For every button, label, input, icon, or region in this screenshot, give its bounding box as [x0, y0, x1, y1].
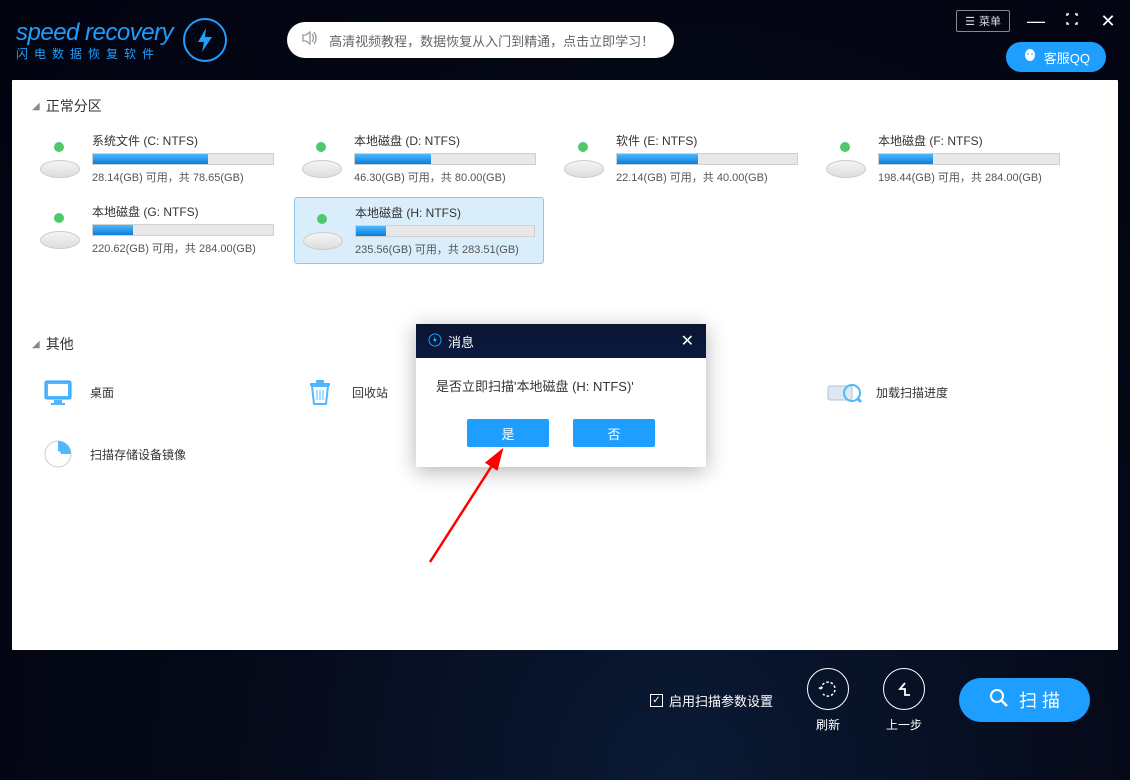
usage-bar: [878, 153, 1060, 165]
hamburger-icon: ☰: [965, 15, 975, 28]
customer-service-button[interactable]: 客服QQ: [1006, 42, 1106, 72]
drive-name: 本地磁盘 (F: NTFS): [878, 132, 1060, 149]
dialog-no-button[interactable]: 否: [573, 419, 655, 447]
drive-stats: 220.62(GB) 可用，共 284.00(GB): [92, 240, 274, 256]
usage-bar: [92, 224, 274, 236]
other-item-label: 加载扫描进度: [876, 384, 948, 401]
collapse-icon: ◢: [32, 339, 40, 350]
desktop-icon: [40, 374, 76, 410]
image-icon: [40, 436, 76, 472]
disk-icon: [40, 207, 82, 249]
minimize-button[interactable]: —: [1026, 11, 1046, 32]
dialog-close-button[interactable]: ✕: [681, 331, 694, 351]
usage-bar: [616, 153, 798, 165]
drive-item[interactable]: 本地磁盘 (G: NTFS) 220.62(GB) 可用，共 284.00(GB…: [32, 197, 282, 264]
drive-stats: 28.14(GB) 可用，共 78.65(GB): [92, 169, 274, 185]
drive-stats: 46.30(GB) 可用，共 80.00(GB): [354, 169, 536, 185]
usage-bar: [355, 225, 535, 237]
usage-bar: [354, 153, 536, 165]
window-controls: ☰ 菜单 — ✕: [956, 10, 1118, 32]
drive-item[interactable]: 系统文件 (C: NTFS) 28.14(GB) 可用，共 78.65(GB): [32, 126, 282, 191]
menu-button[interactable]: ☰ 菜单: [956, 10, 1010, 32]
lightning-icon: [183, 18, 227, 62]
disk-icon: [303, 208, 345, 250]
drive-name: 本地磁盘 (G: NTFS): [92, 203, 274, 220]
checkbox-icon: ✓: [650, 694, 663, 707]
drive-item[interactable]: 软件 (E: NTFS) 22.14(GB) 可用，共 40.00(GB): [556, 126, 806, 191]
drive-stats: 235.56(GB) 可用，共 283.51(GB): [355, 241, 535, 257]
other-item[interactable]: 扫描存储设备镜像: [32, 426, 282, 482]
app-logo: speed recovery 闪电数据恢复软件: [16, 18, 227, 62]
drive-name: 本地磁盘 (D: NTFS): [354, 132, 536, 149]
drive-item[interactable]: 本地磁盘 (D: NTFS) 46.30(GB) 可用，共 80.00(GB): [294, 126, 544, 191]
drive-grid: 系统文件 (C: NTFS) 28.14(GB) 可用，共 78.65(GB) …: [32, 126, 1098, 264]
app-header: speed recovery 闪电数据恢复软件 高清视频教程，数据恢复从入门到精…: [0, 0, 1130, 80]
logo-main-text: speed recovery: [16, 19, 173, 47]
usage-bar: [92, 153, 274, 165]
disk-icon: [302, 136, 344, 178]
other-item[interactable]: 加载扫描进度: [818, 364, 1068, 420]
disk-icon: [40, 136, 82, 178]
maximize-button[interactable]: [1062, 11, 1082, 32]
drive-name: 系统文件 (C: NTFS): [92, 132, 274, 149]
other-item-label: 回收站: [352, 384, 388, 401]
drive-name: 软件 (E: NTFS): [616, 132, 798, 149]
load-progress-icon: [826, 374, 862, 410]
back-icon: [883, 668, 925, 710]
drive-name: 本地磁盘 (H: NTFS): [355, 204, 535, 221]
dialog-titlebar: 消息 ✕: [416, 324, 706, 358]
footer-bar: ✓ 启用扫描参数设置 刷新 上一步 扫 描: [0, 650, 1130, 750]
confirm-dialog: 消息 ✕ 是否立即扫描'本地磁盘 (H: NTFS)' 是 否: [416, 324, 706, 467]
disk-icon: [826, 136, 868, 178]
normal-partition-header[interactable]: ◢ 正常分区: [32, 96, 1098, 116]
disk-icon: [564, 136, 606, 178]
scan-button[interactable]: 扫 描: [959, 678, 1090, 722]
scan-params-checkbox[interactable]: ✓ 启用扫描参数设置: [650, 691, 773, 710]
recycle-icon: [302, 374, 338, 410]
dialog-yes-button[interactable]: 是: [467, 419, 549, 447]
notice-text: 高清视频教程，数据恢复从入门到精通，点击立即学习！: [329, 31, 654, 50]
other-item-label: 桌面: [90, 384, 114, 401]
qq-icon: [1022, 48, 1038, 67]
other-item-label: 扫描存储设备镜像: [90, 446, 186, 463]
refresh-button[interactable]: 刷新: [807, 668, 849, 733]
logo-sub-text: 闪电数据恢复软件: [16, 45, 173, 62]
collapse-icon: ◢: [32, 101, 40, 112]
close-button[interactable]: ✕: [1098, 11, 1118, 32]
search-icon: [989, 688, 1009, 713]
other-item[interactable]: 桌面: [32, 364, 282, 420]
back-button[interactable]: 上一步: [883, 668, 925, 733]
drive-stats: 22.14(GB) 可用，共 40.00(GB): [616, 169, 798, 185]
notice-bar[interactable]: 高清视频教程，数据恢复从入门到精通，点击立即学习！: [287, 22, 674, 58]
drive-item[interactable]: 本地磁盘 (F: NTFS) 198.44(GB) 可用，共 284.00(GB…: [818, 126, 1068, 191]
drive-stats: 198.44(GB) 可用，共 284.00(GB): [878, 169, 1060, 185]
dialog-message: 是否立即扫描'本地磁盘 (H: NTFS)': [416, 358, 706, 407]
refresh-icon: [807, 668, 849, 710]
dialog-app-icon: [428, 333, 442, 350]
speaker-icon: [301, 29, 319, 52]
drive-item[interactable]: 本地磁盘 (H: NTFS) 235.56(GB) 可用，共 283.51(GB…: [294, 197, 544, 264]
